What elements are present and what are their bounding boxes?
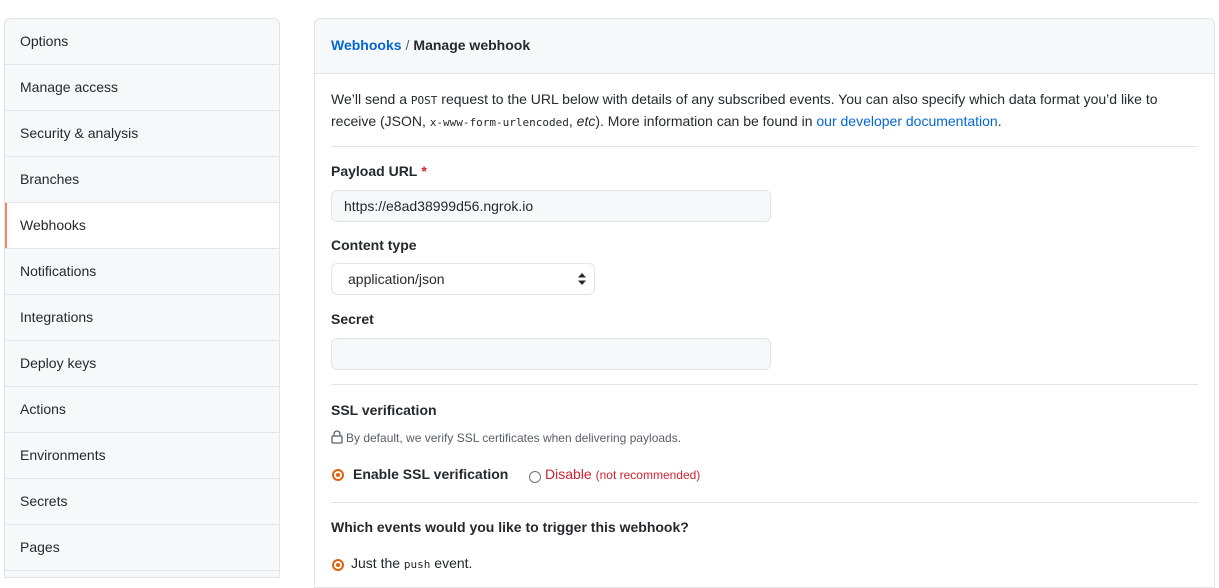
intro-part: We’ll send a xyxy=(331,91,411,107)
intro-part: , xyxy=(568,113,577,129)
divider xyxy=(331,502,1198,503)
enable-ssl-radio[interactable] xyxy=(332,469,344,481)
disable-ssl-note: (not recommended) xyxy=(595,468,701,482)
required-asterisk: * xyxy=(421,163,427,179)
webhook-panel: Webhooks / Manage webhook We’ll send a POS… xyxy=(314,18,1215,588)
sidebar-item-actions[interactable]: Actions xyxy=(5,387,279,433)
ssl-verification-label: SSL verification xyxy=(331,402,437,418)
sidebar-item-pages[interactable]: Pages xyxy=(5,525,279,571)
settings-sidebar: Options Manage access Security & analysi… xyxy=(4,18,280,578)
intro-method-code: POST xyxy=(410,94,438,107)
payload-url-label-text: Payload URL xyxy=(331,163,418,179)
just-push-text: Just the xyxy=(351,555,404,571)
sidebar-item-deploy-keys[interactable]: Deploy keys xyxy=(5,341,279,387)
sidebar-item-branches[interactable]: Branches xyxy=(5,157,279,203)
payload-url-input[interactable]: https://e8ad38999d56.ngrok.io xyxy=(331,190,771,222)
content-type-label: Content type xyxy=(331,237,417,253)
sidebar-item-options[interactable]: Options xyxy=(5,19,279,65)
breadcrumb-separator: / xyxy=(405,37,410,53)
intro-text: We’ll send a POST request to the URL bel… xyxy=(331,89,1199,133)
secret-label: Secret xyxy=(331,311,374,327)
just-push-radio[interactable] xyxy=(332,559,344,571)
intro-part: . xyxy=(997,113,1002,129)
sidebar-item-integrations[interactable]: Integrations xyxy=(5,295,279,341)
divider xyxy=(331,384,1198,385)
breadcrumb: Webhooks / Manage webhook xyxy=(315,19,1214,74)
intro-part: ). More information can be found in xyxy=(595,113,817,129)
divider xyxy=(331,146,1198,147)
enable-ssl-label[interactable]: Enable SSL verification xyxy=(353,466,508,482)
just-push-text-end: event. xyxy=(430,555,473,571)
sidebar-item-environments[interactable]: Environments xyxy=(5,433,279,479)
disable-ssl-label[interactable]: Disable (not recommended) xyxy=(545,466,700,482)
just-push-label[interactable]: Just the push event. xyxy=(351,555,472,571)
disable-ssl-radio[interactable] xyxy=(529,471,541,483)
select-arrows-icon xyxy=(578,273,586,285)
disable-ssl-text: Disable xyxy=(545,466,592,482)
sidebar-item-notifications[interactable]: Notifications xyxy=(5,249,279,295)
secret-input[interactable] xyxy=(331,338,771,370)
breadcrumb-webhooks-link[interactable]: Webhooks xyxy=(331,37,402,53)
sidebar-item-webhooks[interactable]: Webhooks xyxy=(5,203,279,249)
payload-url-label: Payload URL * xyxy=(331,163,427,179)
sidebar-item-security-analysis[interactable]: Security & analysis xyxy=(5,111,279,157)
developer-docs-link[interactable]: our developer documentation xyxy=(816,113,997,129)
events-question: Which events would you like to trigger t… xyxy=(331,519,689,535)
sidebar-item-secrets[interactable]: Secrets xyxy=(5,479,279,525)
intro-encoding-code: x-www-form-urlencoded xyxy=(429,116,569,129)
ssl-note: By default, we verify SSL certificates w… xyxy=(331,430,681,445)
lock-icon xyxy=(331,430,343,444)
push-code: push xyxy=(403,558,431,571)
ssl-note-text: By default, we verify SSL certificates w… xyxy=(346,431,682,445)
page-title: Manage webhook xyxy=(413,37,531,53)
intro-etc: etc xyxy=(576,113,596,129)
sidebar-item-manage-access[interactable]: Manage access xyxy=(5,65,279,111)
content-type-select[interactable]: application/json xyxy=(331,263,595,295)
content-type-value: application/json xyxy=(348,271,445,287)
